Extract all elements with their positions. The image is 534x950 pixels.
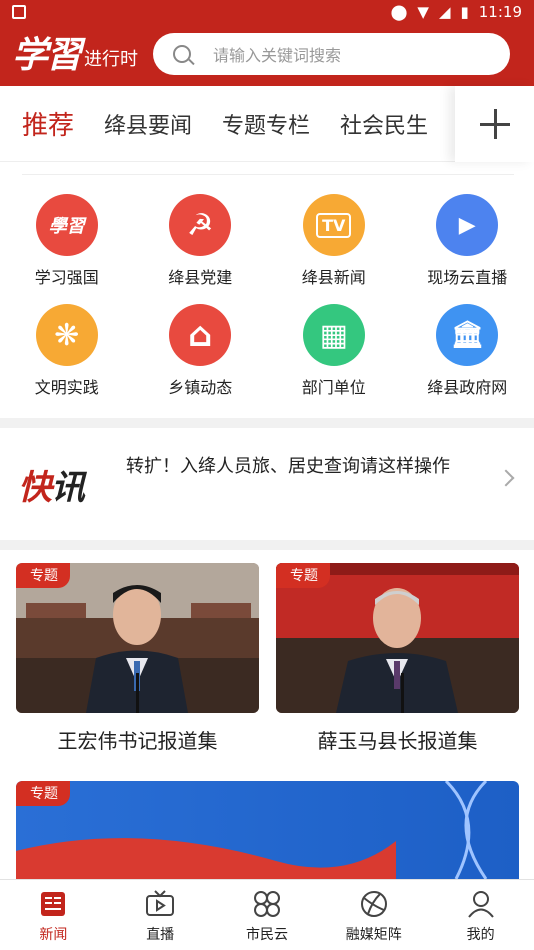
shortcut-towns[interactable]: ⌂ 乡镇动态 [134,300,268,404]
search-input[interactable]: 请输入关键词搜索 [153,33,510,75]
signal-icon: ◢ [438,3,451,21]
search-placeholder: 请输入关键词搜索 [213,46,342,65]
shortcut-label: 文明实践 [34,378,99,397]
battery-icon: ▮ [460,3,469,21]
building-icon: ▦ [302,304,365,366]
shortcut-civilization[interactable]: ❋ 文明实践 [0,300,134,404]
category-tabs: 推荐 绛县要闻 专题专栏 社会民生 [0,86,534,162]
app-header: 学習 进行时 请输入关键词搜索 [0,24,534,86]
tab-livelihood[interactable]: 社会民生 [340,108,428,140]
shortcut-gov-site[interactable]: 🏛 绛县政府网 [401,300,534,404]
user-icon [467,891,494,918]
tv-icon-text: TV [316,212,352,238]
nav-label: 我的 [466,927,495,943]
tab-special-topics[interactable]: 专题专栏 [222,108,310,140]
topic-badge: 专题 [276,563,330,588]
xuexi-icon: 學習 [35,194,98,256]
shortcut-departments[interactable]: ▦ 部门单位 [267,300,401,404]
nav-media-matrix[interactable]: 融媒矩阵 [320,880,427,950]
sun-fan-icon: ❋ [35,304,98,366]
shortcut-grid: 學習 学习强国 ☭ 绛县党建 TV 绛县新闻 ▶ 现场云直播 ❋ 文明实践 ⌂ … [0,190,534,404]
kuaixun-logo-black: 讯 [51,467,85,508]
section-separator [0,540,534,550]
divider [22,174,514,175]
card-photo: 专题 [16,563,259,713]
card-photo: 专题 [276,563,519,713]
tab-local-news[interactable]: 绛县要闻 [104,108,192,140]
planet-icon [360,891,387,917]
nav-citizen-cloud[interactable]: 市民云 [214,880,321,950]
shortcut-label: 绛县新闻 [301,268,366,287]
nav-label: 新闻 [39,927,68,943]
notification-icon [12,5,26,19]
nav-news[interactable]: 新闻 [0,880,107,950]
topic-card[interactable]: 专题 薛玉马县长报道集 [276,563,519,754]
topic-badge: 专题 [16,781,70,806]
shortcut-label: 现场云直播 [427,268,508,287]
nav-live[interactable]: 直播 [107,880,214,950]
shortcut-label: 学习强国 [34,268,99,287]
search-icon [173,45,191,63]
topic-card[interactable]: 专题 王宏伟书记报道集 [16,563,259,754]
logo-mark: 学習 [12,34,82,76]
party-emblem-icon: ☭ [169,194,232,256]
tv-live-icon [146,890,175,916]
shortcut-xuexi[interactable]: 學習 学习强国 [0,190,134,294]
grid-cloud-icon [253,891,280,917]
status-bar: ⬤ ▼ ◢ ▮ 11:19 [0,0,534,24]
section-separator [0,418,534,428]
topic-badge: 专题 [16,563,70,588]
nav-label: 直播 [146,927,175,943]
video-camera-icon: ▶ [436,194,499,256]
card-caption: 薛玉马县长报道集 [317,729,478,753]
tv-icon: TV [302,194,365,256]
shortcut-live[interactable]: ▶ 现场云直播 [401,190,534,294]
shortcut-news[interactable]: TV 绛县新闻 [267,190,401,294]
kuaixun-logo-red: 快 [18,467,52,508]
plus-icon [479,109,510,139]
kuaixun-logo: 快讯 [0,460,110,509]
bottom-nav: 新闻 直播 市民云 融媒矩阵 我的 [0,879,534,950]
shortcut-party[interactable]: ☭ 绛县党建 [134,190,268,294]
nav-label: 市民云 [245,927,288,943]
nav-label: 融媒矩阵 [345,927,402,943]
shortcut-label: 绛县党建 [168,268,233,287]
shortcut-label: 部门单位 [301,378,366,397]
card-caption: 王宏伟书记报道集 [57,729,218,753]
chevron-right-icon [497,469,515,487]
kuaixun-bar[interactable]: 快讯 转扩！入绛人员旅、居史查询请这样操作 [0,428,534,540]
nav-mine[interactable]: 我的 [427,880,534,950]
add-channel-button[interactable] [455,86,534,162]
app-logo: 学習 进行时 [12,37,142,73]
kuaixun-headline[interactable]: 转扩！入绛人员旅、居史查询请这样操作 [126,454,466,480]
house-icon: ⌂ [169,304,232,366]
shortcut-label: 绛县政府网 [427,378,508,397]
status-time: 11:19 [478,3,522,21]
shortcut-label: 乡镇动态 [168,378,233,397]
tab-recommend[interactable]: 推荐 [22,105,74,142]
topic-banner[interactable]: 专题 [16,781,519,879]
news-icon [41,892,66,916]
government-icon: 🏛 [436,304,499,366]
wifi-icon: ▼ [417,3,429,21]
logo-subtext: 进行时 [84,49,139,70]
location-icon: ⬤ [390,3,408,21]
